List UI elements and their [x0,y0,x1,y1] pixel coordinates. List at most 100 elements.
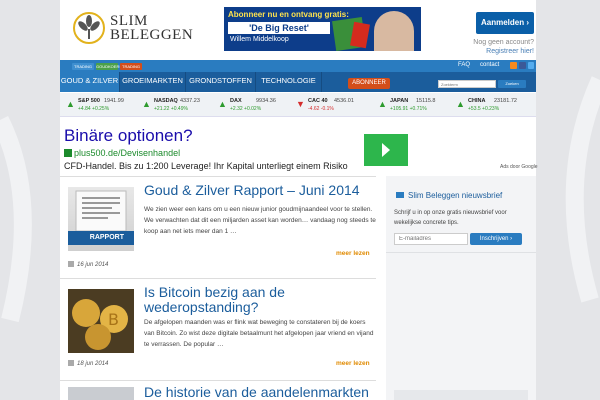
ticker-name: CHINA [468,98,486,104]
rapport-label: RAPPORT [68,231,134,245]
logo-line2: BELEGGEN [110,27,194,43]
logo-icon [73,12,105,44]
article-title[interactable]: Goud & Zilver Rapport – Juni 2014 [144,183,360,198]
sidebar-widget [394,390,528,400]
svg-text:B: B [108,310,119,329]
ticker-name: DAX [230,98,242,104]
article-date: 18 jun 2014 [68,360,108,367]
read-more-link[interactable]: meer lezen [336,360,370,367]
banner-book-title: 'De Big Reset' [228,22,330,34]
article-card: RAPPORT Goud & Zilver Rapport – Juni 201… [60,176,376,280]
ticker-item[interactable]: ▲ NASDAQ 4337.23 +21.22 +0.49% [142,97,212,117]
top-pill-trading-2[interactable]: TRADING [120,63,142,70]
envelope-icon [396,192,404,198]
article-thumbnail[interactable]: RAPPORT [68,187,134,251]
contact-link[interactable]: contact [480,62,499,68]
arrow-up-icon: ▲ [66,99,75,109]
newsletter-title: Slim Beleggen nieuwsbrief [396,191,502,200]
article-date-text: 18 jun 2014 [77,361,109,367]
arrow-right-icon: › [510,236,513,242]
arrow-up-icon: ▲ [142,99,151,109]
plus-icon [64,149,72,157]
article-excerpt: De afgelopen maanden was er flink wat be… [144,319,374,348]
article-date-text: 16 jun 2014 [77,262,109,268]
ad-title[interactable]: Binäre optionen? [64,126,193,146]
register-link[interactable]: Registreer hier! [464,47,534,56]
search-button[interactable]: Zoeken [498,80,526,88]
article-card: B Is Bitcoin bezig aan de wederopstandin… [60,278,376,382]
ticker-change: -4.62 -0.1% [308,106,334,112]
article-excerpt: We zien weer een kans om u een nieuw jun… [144,206,376,235]
ticker-value: 23181.72 [494,98,517,104]
ticker-item[interactable]: ▲ DAX 9934.36 +2.32 +0.02% [218,97,288,117]
arrow-down-icon: ▼ [296,99,305,109]
nav-grondstoffen[interactable]: GRONDSTOFFEN [186,72,256,92]
ticker-change: +105.91 +0.71% [390,106,427,112]
ticker-change: +53.5 +0.23% [468,106,500,112]
article-card: De historie van de aandelenmarkten [60,380,376,400]
ticker-name: S&P 500 [78,98,100,104]
book-badge-image [350,21,370,49]
ticker-name: JAPAN [390,98,409,104]
logo-line1: SLIM [110,13,148,29]
login-button[interactable]: Aanmelden › [476,12,534,34]
subscribe-button[interactable]: ABONNEER [348,78,390,89]
nav-goud-zilver[interactable]: GOUD & ZILVER [60,72,120,92]
calendar-icon [68,261,74,267]
ticker-name: CAC 40 [308,98,328,104]
ads-by-google[interactable]: Ads door Google [500,164,538,170]
article-date: 16 jun 2014 [68,261,108,268]
nav-technologie[interactable]: TECHNOLOGIE [256,72,322,92]
calendar-icon [68,360,74,366]
ad-url-row[interactable]: plus500.de/Devisenhandel [64,148,180,158]
banner-author: Willem Middelkoop [230,36,289,43]
register-area: Nog geen account? Registreer hier! [464,38,534,56]
arrow-up-icon: ▲ [378,99,387,109]
ticker-item[interactable]: ▲ S&P 500 1941.99 +4.84 +0.25% [66,97,136,117]
rss-icon[interactable] [510,62,517,69]
author-photo [374,11,414,51]
twitter-icon[interactable] [528,62,534,69]
ad-url: plus500.de/Devisenhandel [74,148,181,158]
arrow-up-icon: ▲ [218,99,227,109]
ticker-name: NASDAQ [154,98,178,104]
ticker-value: 9934.36 [256,98,276,104]
promo-banner[interactable]: Abonneer nu en ontvang gratis: 'De Big R… [224,7,421,51]
read-more-link[interactable]: meer lezen [336,250,370,257]
page: SLIM BELEGGEN Abonneer nu en ontvang gra… [60,0,538,400]
ad-arrow-button[interactable] [364,134,408,166]
ticker-change: +4.84 +0.25% [78,106,110,112]
faq-link[interactable]: FAQ [458,62,470,68]
ticker-value: 4536.01 [334,98,354,104]
article-title[interactable]: Is Bitcoin bezig aan de wederopstanding? [144,285,285,315]
newsletter-text: Schrijf u in op onze gratis nieuwsbrief … [394,210,507,226]
article-thumbnail[interactable] [68,387,134,400]
article-thumbnail[interactable]: B [68,289,134,353]
ticker-item[interactable]: ▲ JAPAN 15115.8 +105.91 +0.71% [378,97,448,117]
top-pill-goudkoers[interactable]: GOUDKOERS [96,63,122,70]
arrow-right-icon: › [526,18,530,27]
top-pill-trading-1[interactable]: TRADING [72,63,94,70]
nav-groeimarkten[interactable]: GROEIMARKTEN [120,72,186,92]
email-field[interactable] [394,233,468,245]
facebook-icon[interactable] [519,62,526,69]
login-label: Aanmelden [480,18,525,27]
ticker-item[interactable]: ▼ CAC 40 4536.01 -4.62 -0.1% [296,97,366,117]
ticker-change: +2.32 +0.02% [230,106,262,112]
site-logo[interactable]: SLIM BELEGGEN [72,10,193,46]
ticker-item[interactable]: ▲ CHINA 23181.72 +53.5 +0.23% [456,97,526,117]
article-title[interactable]: De historie van de aandelenmarkten [144,385,369,400]
article-title-line2: wederopstanding? [144,299,259,315]
ticker-value: 4337.23 [180,98,200,104]
newsletter-subscribe-button[interactable]: Inschrijven › [470,233,522,245]
bitcoin-coins-image: B [68,289,134,353]
newsletter-subscribe-label: Inschrijven [479,236,509,242]
search-input[interactable] [438,80,496,88]
ad-text: CFD-Handel. Bis zu 1:200 Leverage! Ihr K… [64,161,348,171]
no-account-text: Nog geen account? [473,39,534,46]
sidebar-divider [386,252,536,253]
ticker-change: +21.22 +0.49% [154,106,188,112]
arrow-up-icon: ▲ [456,99,465,109]
banner-headline: Abonneer nu en ontvang gratis: [228,10,349,19]
play-arrow-icon [382,143,390,157]
